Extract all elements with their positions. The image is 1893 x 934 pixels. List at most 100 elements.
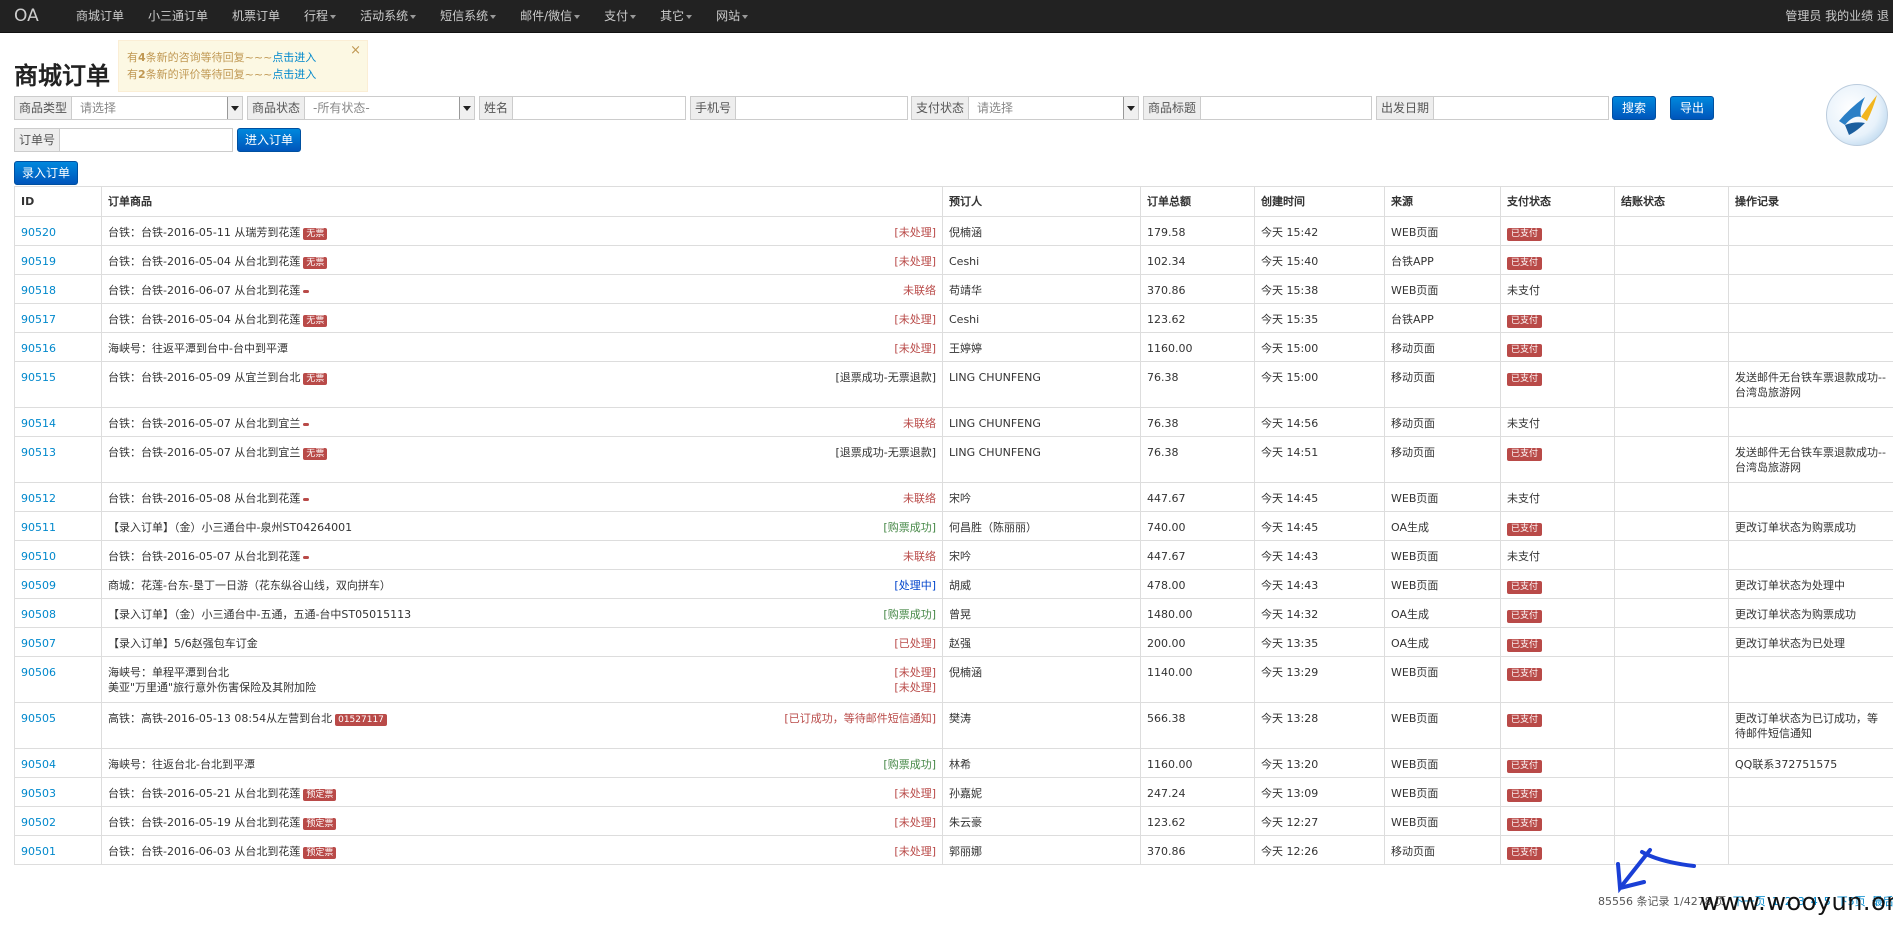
booker-cell: 宋吟 <box>942 540 1141 570</box>
nav-item-6[interactable]: 邮件/微信 <box>508 0 592 32</box>
order-id-link[interactable]: 90517 <box>21 313 56 326</box>
nav-item-3[interactable]: 行程 <box>292 0 348 32</box>
order-id-link[interactable]: 90503 <box>21 787 56 800</box>
main-nav: 商城订单 小三通订单 机票订单 行程 活动系统 短信系统 邮件/微信 支付 其它 网站 <box>64 0 760 32</box>
column-header: 创建时间 <box>1254 186 1385 217</box>
operation-log-cell <box>1728 274 1893 304</box>
order-id-link[interactable]: 90515 <box>21 371 56 384</box>
table-row: 90512 台铁：台铁-2016-05-08 从台北到花莲 未联络 宋吟 447.67 今… <box>14 482 1893 512</box>
consult-enter-link[interactable]: 点击进入 <box>272 51 316 64</box>
created-cell: 今天 13:20 <box>1254 748 1385 778</box>
nav-item-label: 机票订单 <box>232 9 281 23</box>
order-no-field[interactable]: 订单号 <box>14 128 233 152</box>
column-header: 订单商品 <box>101 186 943 217</box>
order-id-link[interactable]: 90505 <box>21 712 56 725</box>
created-cell: 今天 14:45 <box>1254 482 1385 512</box>
nav-item-label: 网站 <box>716 9 741 23</box>
chevron-down-icon[interactable] <box>227 97 242 119</box>
review-enter-link[interactable]: 点击进入 <box>272 68 316 81</box>
goods-cell: 台铁：台铁-2016-06-07 从台北到花莲 未联络 <box>101 274 943 304</box>
nav-item-5[interactable]: 短信系统 <box>428 0 508 32</box>
goods-status: [未处理] <box>894 313 936 326</box>
nav-item-1[interactable]: 小三通订单 <box>136 0 220 32</box>
chevron-down-icon[interactable] <box>459 97 474 119</box>
product-title-field[interactable]: 商品标题 <box>1143 96 1372 120</box>
goods-line: 美亚"万里通"旅行意外伤害保险及其附加险 [未处理] <box>108 680 936 695</box>
order-id-link[interactable]: 90513 <box>21 446 56 459</box>
created-cell: 今天 15:38 <box>1254 274 1385 304</box>
operation-log-cell: 更改订单状态为已处理 <box>1728 627 1893 657</box>
phone-field[interactable]: 手机号 <box>690 96 908 120</box>
created-cell: 今天 15:40 <box>1254 245 1385 275</box>
paid-badge: 已支付 <box>1507 714 1543 727</box>
order-id-link[interactable]: 90516 <box>21 342 56 355</box>
brand-logo-text[interactable]: OA <box>14 6 39 26</box>
order-id-link[interactable]: 90519 <box>21 255 56 268</box>
table-header-row: ID 订单商品 预订人 订单总额 创建时间 来源 支付状态 结账状态 操作记录 <box>14 186 1893 217</box>
total-cell: 102.34 <box>1140 245 1255 275</box>
table-row: 90503 台铁：台铁-2016-05-21 从台北到花莲 预定票 [未处理] 孙嘉妮 2… <box>14 777 1893 807</box>
order-id-link[interactable]: 90509 <box>21 579 56 592</box>
order-id-link[interactable]: 90501 <box>21 845 56 858</box>
chevron-down-icon[interactable] <box>1123 97 1138 119</box>
close-icon[interactable]: × <box>350 43 361 58</box>
order-id-link[interactable]: 90518 <box>21 284 56 297</box>
add-order-button[interactable]: 录入订单 <box>14 161 78 185</box>
order-id-link[interactable]: 90506 <box>21 666 56 679</box>
orders-table: ID 订单商品 预订人 订单总额 创建时间 来源 支付状态 结账状态 操作记录 90520 台铁：… <box>14 186 1893 865</box>
depart-date-field[interactable]: 出发日期 <box>1376 96 1609 120</box>
booker-cell: Ceshi <box>942 303 1141 333</box>
operation-log-cell <box>1728 540 1893 570</box>
order-id-link[interactable]: 90514 <box>21 417 56 430</box>
settle-status-cell <box>1614 216 1729 246</box>
settle-status-cell <box>1614 569 1729 599</box>
nav-item-2[interactable]: 机票订单 <box>220 0 292 32</box>
operation-log-cell <box>1728 216 1893 246</box>
paid-badge: 已支付 <box>1507 789 1543 802</box>
order-id-link[interactable]: 90508 <box>21 608 56 621</box>
order-id-link[interactable]: 90507 <box>21 637 56 650</box>
nav-item-0[interactable]: 商城订单 <box>64 0 136 32</box>
order-id-link[interactable]: 90504 <box>21 758 56 771</box>
order-id-cell: 90510 <box>14 540 102 570</box>
goods-line: 台铁：台铁-2016-06-07 从台北到花莲 未联络 <box>108 283 936 298</box>
export-button[interactable]: 导出 <box>1670 96 1714 120</box>
order-id-cell: 90515 <box>14 361 102 408</box>
source-cell: OA生成 <box>1384 511 1501 541</box>
goods-cell: 【录入订单】（金）小三通台中-泉州ST04264001 [购票成功] <box>101 511 943 541</box>
pay-status-cell: 已支付 <box>1500 835 1615 865</box>
pay-status-cell: 已支付 <box>1500 303 1615 333</box>
goods-name-wrap: 海峡号：单程平潭到台北 <box>108 665 229 680</box>
paid-badge: 已支付 <box>1507 523 1543 536</box>
order-id-link[interactable]: 90510 <box>21 550 56 563</box>
booker-cell: 郭丽娜 <box>942 835 1141 865</box>
order-id-link[interactable]: 90502 <box>21 816 56 829</box>
goods-name: 【录入订单】（金）小三通台中-五通，五通-台中ST05015113 <box>108 608 412 621</box>
goods-status: [处理中] <box>894 579 936 592</box>
nav-item-4[interactable]: 活动系统 <box>348 0 428 32</box>
nav-item-8[interactable]: 其它 <box>648 0 704 32</box>
name-field[interactable]: 姓名 <box>479 96 686 120</box>
total-cell: 1140.00 <box>1140 656 1255 703</box>
table-row: 90517 台铁：台铁-2016-05-04 从台北到花莲 无票 [未处理] Ceshi… <box>14 303 1893 333</box>
goods-status: [未处理] <box>894 255 936 268</box>
user-menu[interactable]: 管理员 我的业绩 退 <box>1785 0 1889 32</box>
operation-log-cell <box>1728 303 1893 333</box>
order-id-link[interactable]: 90511 <box>21 521 56 534</box>
product-type-select[interactable]: 商品类型 请选择 <box>14 96 243 120</box>
operation-log-cell: 发送邮件无台铁车票退款成功--台湾岛旅游网 <box>1728 361 1893 408</box>
watermark: www.wooyun.org <box>1700 888 1893 916</box>
table-row: 90516 海峡号：往返平潭到台中-台中到平潭 [未处理] 王婷婷 1160.00 今天 … <box>14 332 1893 362</box>
product-status-select[interactable]: 商品状态 -所有状态- <box>247 96 475 120</box>
order-id-link[interactable]: 90512 <box>21 492 56 505</box>
pay-status-select[interactable]: 支付状态 请选择 <box>911 96 1139 120</box>
operation-log-cell: 更改订单状态为已订成功，等待邮件短信通知 <box>1728 702 1893 749</box>
ticket-tag <box>303 422 310 426</box>
search-button[interactable]: 搜索 <box>1612 96 1656 120</box>
goods-name-wrap: 台铁：台铁-2016-05-07 从台北到花莲 <box>108 549 310 564</box>
goods-cell: 海峡号：往返平潭到台中-台中到平潭 [未处理] <box>101 332 943 362</box>
nav-item-9[interactable]: 网站 <box>704 0 760 32</box>
nav-item-7[interactable]: 支付 <box>592 0 648 32</box>
order-id-link[interactable]: 90520 <box>21 226 56 239</box>
enter-order-button[interactable]: 进入订单 <box>237 128 301 152</box>
